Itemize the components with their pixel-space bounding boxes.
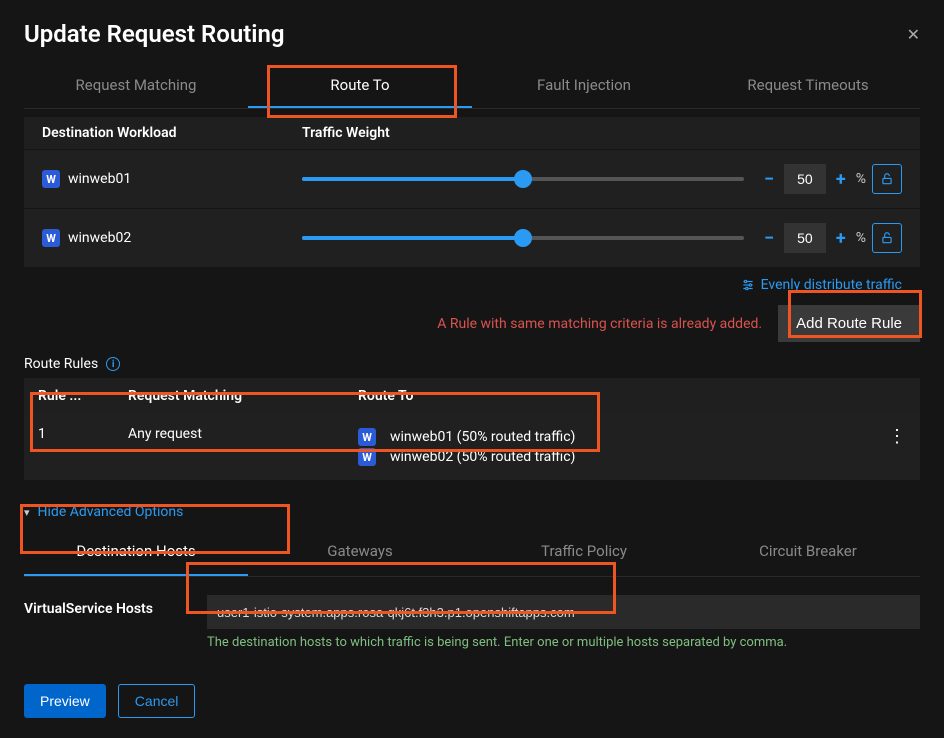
- rule-order: 1: [24, 414, 114, 480]
- route-line-text: winweb02 (50% routed traffic): [390, 449, 575, 465]
- tab-destination-hosts[interactable]: Destination Hosts: [24, 528, 248, 576]
- info-icon[interactable]: i: [106, 357, 120, 371]
- virtualservice-hosts-help: The destination hosts to which traffic i…: [207, 635, 920, 650]
- toggle-advanced-options[interactable]: ▾ Hide Advanced Options: [24, 480, 920, 528]
- route-rules-table: Rule ... Request Matching Route To 1 Any…: [24, 378, 920, 480]
- advanced-tabs: Destination Hosts Gateways Traffic Polic…: [24, 528, 920, 577]
- workload-name: winweb02: [68, 230, 131, 246]
- col-request-matching: Request Matching: [114, 378, 344, 414]
- chevron-down-icon: ▾: [24, 506, 30, 519]
- weight-input[interactable]: [784, 223, 826, 253]
- increment-button[interactable]: +: [832, 169, 850, 190]
- virtualservice-hosts-label: VirtualService Hosts: [24, 595, 189, 617]
- preview-button[interactable]: Preview: [24, 684, 106, 718]
- evenly-distribute-link[interactable]: Evenly distribute traffic: [741, 277, 902, 293]
- percent-label: %: [856, 171, 866, 187]
- route-line-text: winweb01 (50% routed traffic): [390, 429, 575, 445]
- tab-gateways[interactable]: Gateways: [248, 528, 472, 576]
- add-route-rule-button[interactable]: Add Route Rule: [778, 305, 920, 342]
- workload-badge-icon: W: [358, 428, 376, 446]
- route-rules-label: Route Rules: [24, 356, 98, 372]
- row-actions-kebab-icon[interactable]: ⋮: [874, 414, 920, 480]
- weight-slider[interactable]: [302, 236, 744, 240]
- lock-button[interactable]: [872, 223, 902, 253]
- workload-row: W winweb01 − + %: [24, 149, 920, 208]
- route-rules-heading: Route Rules i: [24, 356, 920, 372]
- workload-badge-icon: W: [358, 448, 376, 466]
- workload-row: W winweb02 − + %: [24, 208, 920, 267]
- main-tabs: Request Matching Route To Fault Injectio…: [24, 64, 920, 109]
- rule-route-to: Wwinweb01 (50% routed traffic) Wwinweb02…: [344, 414, 874, 480]
- tab-circuit-breaker[interactable]: Circuit Breaker: [696, 528, 920, 576]
- col-destination-workload: Destination Workload: [42, 125, 302, 141]
- decrement-button[interactable]: −: [760, 228, 778, 249]
- tab-route-to[interactable]: Route To: [248, 64, 472, 108]
- table-row: 1 Any request Wwinweb01 (50% routed traf…: [24, 414, 920, 480]
- percent-label: %: [856, 230, 866, 246]
- col-route-to: Route To: [344, 378, 874, 414]
- decrement-button[interactable]: −: [760, 169, 778, 190]
- cancel-button[interactable]: Cancel: [118, 684, 196, 718]
- close-icon[interactable]: ✕: [907, 25, 920, 44]
- workload-badge-icon: W: [42, 170, 60, 188]
- sliders-icon: [741, 278, 755, 292]
- lock-button[interactable]: [872, 164, 902, 194]
- rule-matching: Any request: [114, 414, 344, 480]
- tab-fault-injection[interactable]: Fault Injection: [472, 64, 696, 108]
- col-rule-order: Rule ...: [24, 378, 114, 414]
- workload-header: Destination Workload Traffic Weight: [24, 117, 920, 149]
- advanced-toggle-label: Hide Advanced Options: [38, 504, 184, 520]
- col-traffic-weight: Traffic Weight: [302, 125, 902, 141]
- tab-request-matching[interactable]: Request Matching: [24, 64, 248, 108]
- virtualservice-hosts-input[interactable]: [207, 595, 920, 629]
- evenly-distribute-label: Evenly distribute traffic: [761, 277, 902, 293]
- workload-badge-icon: W: [42, 229, 60, 247]
- tab-request-timeouts[interactable]: Request Timeouts: [696, 64, 920, 108]
- modal-title: Update Request Routing: [24, 20, 285, 48]
- tab-traffic-policy[interactable]: Traffic Policy: [472, 528, 696, 576]
- increment-button[interactable]: +: [832, 228, 850, 249]
- duplicate-rule-warning: A Rule with same matching criteria is al…: [437, 316, 762, 332]
- weight-input[interactable]: [784, 164, 826, 194]
- weight-slider[interactable]: [302, 177, 744, 181]
- workload-name: winweb01: [68, 171, 131, 187]
